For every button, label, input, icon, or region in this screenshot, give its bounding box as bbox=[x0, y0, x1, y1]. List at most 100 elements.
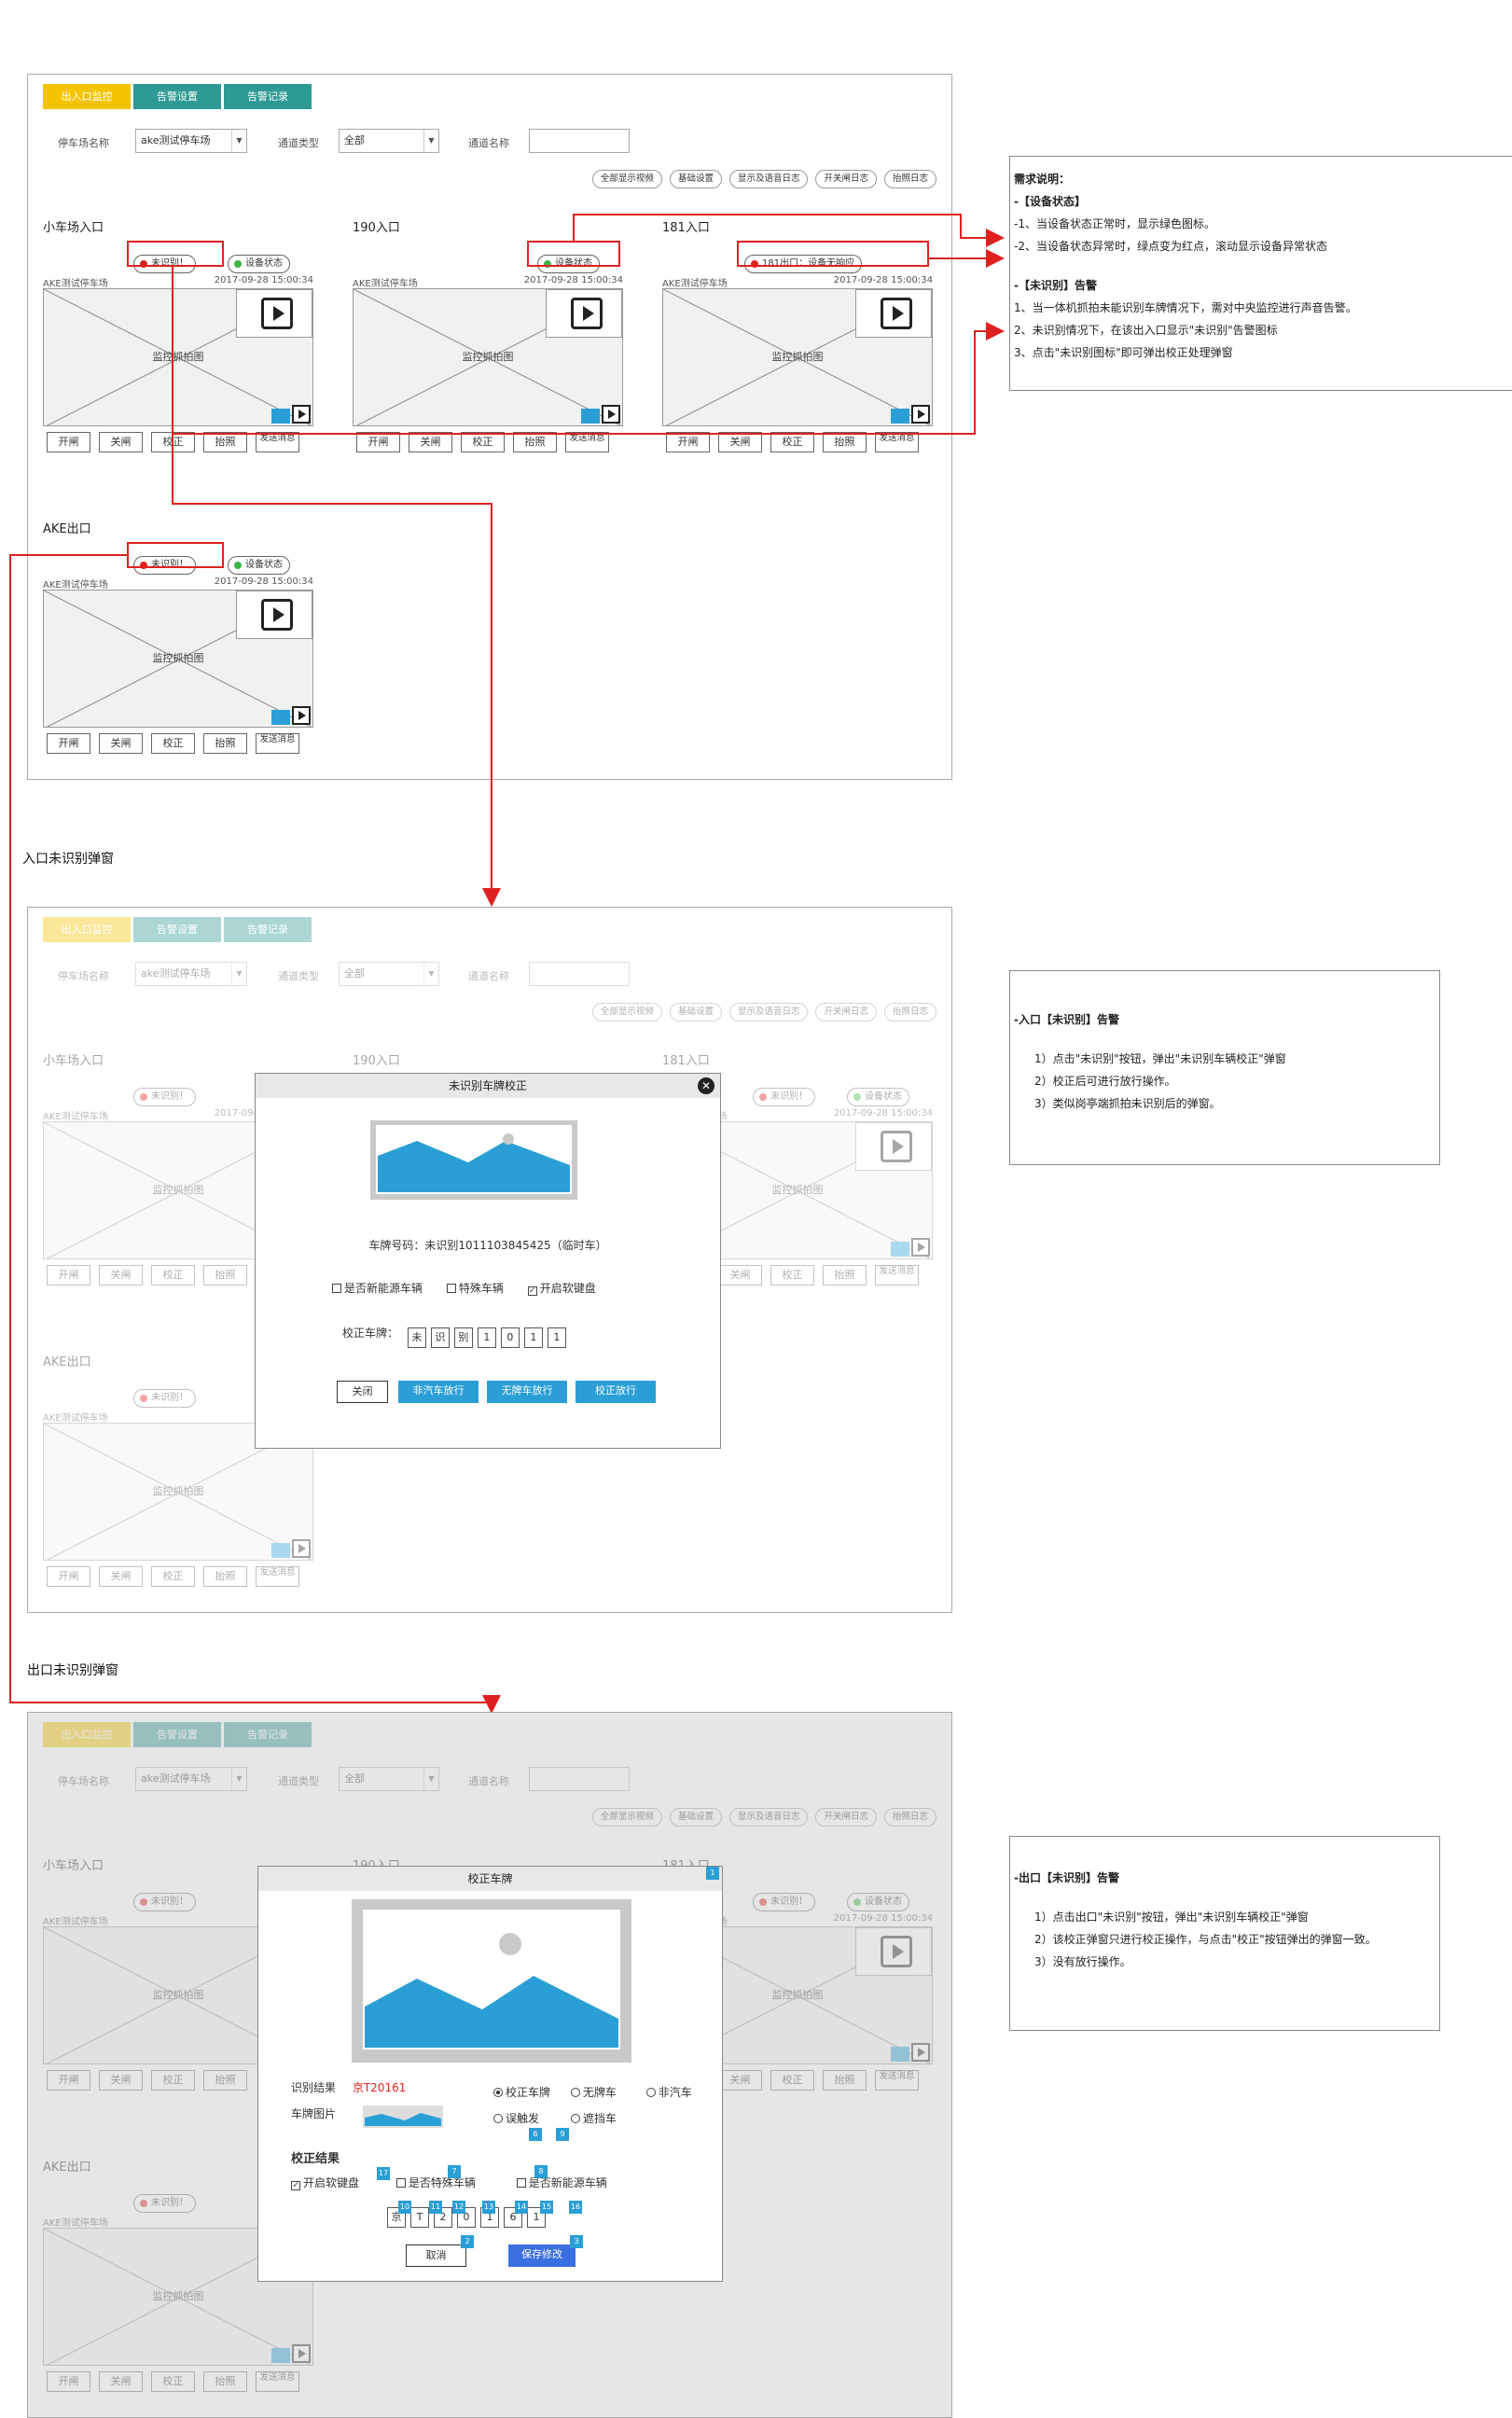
radio-non-auto[interactable]: 非汽车 bbox=[645, 2086, 692, 2099]
close-gate-button[interactable]: 关闸 bbox=[718, 432, 762, 452]
send-message-button[interactable]: 发送消息 bbox=[256, 733, 299, 754]
type-select[interactable]: 全部 ▼ bbox=[339, 129, 439, 153]
photo-button[interactable]: 抬照 bbox=[203, 733, 247, 754]
capture-image[interactable]: 监控抓拍图 bbox=[353, 288, 623, 426]
timestamp: 2017-09-28 15:00:34 bbox=[214, 275, 313, 285]
radio-no-plate[interactable]: 无牌车 bbox=[570, 2086, 617, 2099]
plate-char[interactable]: 1 bbox=[523, 1327, 543, 1348]
correct-button[interactable]: 校正 bbox=[461, 432, 505, 452]
close-icon[interactable]: ✕ bbox=[698, 1077, 714, 1094]
gate-log-button[interactable]: 开关闸日志 bbox=[815, 170, 877, 188]
plate-char[interactable]: 别 bbox=[453, 1327, 473, 1348]
photo-button[interactable]: 抬照 bbox=[513, 432, 557, 452]
annotation-marker: 12 bbox=[452, 2201, 465, 2214]
close-button[interactable]: 关闭 bbox=[337, 1381, 388, 1403]
plate-char[interactable]: 0 bbox=[500, 1327, 520, 1348]
note-line: -2、当设备状态异常时，绿点变为红点，滚动显示设备异常状态 bbox=[1014, 240, 1327, 253]
play-small-icon[interactable] bbox=[292, 706, 311, 725]
correct-button[interactable]: 校正 bbox=[151, 432, 195, 452]
correct-button[interactable]: 校正 bbox=[151, 733, 195, 754]
photo-button[interactable]: 抬照 bbox=[203, 432, 247, 452]
close-gate-button[interactable]: 关闸 bbox=[99, 432, 143, 452]
radio-correct[interactable]: 校正车牌 bbox=[493, 2086, 550, 2099]
note-title: 需求说明： bbox=[1014, 173, 1071, 186]
plate-correction-dialog: 未识别车牌校正 ✕ 车牌号码：未识别1011103845425（临时车） 是否新… bbox=[255, 1073, 721, 1449]
green-dot-icon bbox=[234, 562, 242, 569]
video-thumb[interactable] bbox=[546, 289, 622, 338]
close-gate-button[interactable]: 关闸 bbox=[99, 733, 143, 754]
lane-ops: 开闸 关闸 校正 抬照 发送消息 bbox=[47, 432, 299, 452]
note-line: 2）该校正弹窗只进行校正操作，与点击"校正"按钮弹出的弹窗一致。 bbox=[1034, 1933, 1377, 1946]
note-line: 3）类似岗亭端抓拍未识别后的弹窗。 bbox=[1034, 1097, 1221, 1110]
tab-alarm-settings[interactable]: 告警设置 bbox=[133, 84, 221, 109]
annotation-marker: 3 bbox=[570, 2235, 583, 2248]
new-energy-checkbox[interactable]: 是否新能源车辆 bbox=[332, 1282, 423, 1295]
plate-char[interactable]: 1 bbox=[547, 1327, 566, 1348]
image-icon[interactable] bbox=[271, 409, 290, 424]
annotation-marker: 16 bbox=[569, 2201, 582, 2214]
device-status-badge[interactable]: 设备状态 bbox=[228, 255, 290, 273]
image-icon[interactable] bbox=[271, 710, 290, 725]
tab-alarm-records[interactable]: 告警记录 bbox=[224, 84, 312, 109]
plate-char[interactable]: T bbox=[410, 2207, 429, 2228]
radio-blocked[interactable]: 遮挡车 bbox=[570, 2112, 617, 2125]
annotation-marker: 14 bbox=[515, 2201, 528, 2214]
device-status-badge[interactable]: 设备状态 bbox=[228, 556, 290, 575]
open-gate-button[interactable]: 开闸 bbox=[47, 432, 90, 452]
soft-keyboard-checkbox[interactable]: ✓ 开启软键盘 bbox=[527, 1282, 596, 1296]
plate-char[interactable]: 1 bbox=[477, 1327, 496, 1348]
chevron-down-icon: ▼ bbox=[231, 130, 246, 152]
video-thumb[interactable] bbox=[236, 289, 312, 338]
radio-label: 误触发 bbox=[506, 2112, 540, 2125]
voice-log-button[interactable]: 显示及语音日志 bbox=[728, 170, 809, 188]
capture-image[interactable]: 监控抓拍图 bbox=[43, 288, 313, 426]
basic-settings-button[interactable]: 基础设置 bbox=[669, 170, 722, 188]
lot-select[interactable]: ake测试停车场 ▼ bbox=[135, 129, 247, 153]
send-message-button[interactable]: 发送消息 bbox=[256, 432, 299, 452]
correct-button[interactable]: 校正 bbox=[770, 432, 814, 452]
note-line: 2、未识别情况下，在该出入口显示"未识别"告警图标 bbox=[1014, 324, 1278, 337]
send-message-button[interactable]: 发送消息 bbox=[565, 432, 609, 452]
no-plate-release-button[interactable]: 无牌车放行 bbox=[487, 1381, 567, 1403]
photo-button[interactable]: 抬照 bbox=[823, 432, 867, 452]
radio-label: 非汽车 bbox=[658, 2086, 692, 2099]
cancel-button[interactable]: 取消 bbox=[406, 2244, 466, 2267]
open-gate-button[interactable]: 开闸 bbox=[47, 733, 90, 754]
highlight-status-2 bbox=[527, 241, 620, 267]
photo-log-button[interactable]: 抬照日志 bbox=[883, 170, 936, 188]
play-small-icon[interactable] bbox=[911, 405, 930, 424]
non-auto-release-button[interactable]: 非汽车放行 bbox=[398, 1381, 479, 1403]
plate-char[interactable]: 识 bbox=[430, 1327, 450, 1348]
correct-release-button[interactable]: 校正放行 bbox=[576, 1381, 656, 1403]
tab-monitor[interactable]: 出入口监控 bbox=[43, 84, 131, 109]
lot-label: 停车场名称 bbox=[58, 137, 109, 149]
video-thumb[interactable] bbox=[855, 289, 932, 338]
plate-char[interactable]: 未 bbox=[407, 1327, 426, 1348]
radio-false-trigger[interactable]: 误触发 bbox=[493, 2112, 539, 2125]
show-all-video-button[interactable]: 全部显示视频 bbox=[591, 170, 662, 188]
image-icon[interactable] bbox=[581, 409, 600, 424]
capture-image[interactable]: 监控抓拍图 bbox=[662, 288, 933, 426]
play-small-icon[interactable] bbox=[292, 405, 311, 424]
lane-ops: 开闸 关闸 校正 抬照 发送消息 bbox=[356, 432, 609, 452]
special-vehicle-checkbox[interactable]: 特殊车辆 bbox=[446, 1282, 504, 1295]
soft-keyboard-checkbox[interactable]: ✓ 开启软键盘 bbox=[291, 2176, 359, 2190]
capture-image[interactable]: 监控抓拍图 bbox=[43, 590, 313, 728]
special-vehicle-checkbox[interactable]: 是否特殊车辆 bbox=[395, 2176, 476, 2189]
open-gate-button[interactable]: 开闸 bbox=[666, 432, 710, 452]
channel-label: 通道名称 bbox=[468, 137, 509, 149]
video-thumb[interactable] bbox=[236, 591, 312, 639]
send-message-button[interactable]: 发送消息 bbox=[875, 432, 919, 452]
dialog-title: 校正车牌 bbox=[258, 1867, 722, 1891]
image-icon[interactable] bbox=[891, 409, 909, 424]
save-button[interactable]: 保存修改 bbox=[508, 2244, 576, 2267]
plate-image-label: 车牌图片 bbox=[291, 2107, 337, 2120]
play-icon bbox=[261, 599, 293, 631]
channel-input[interactable] bbox=[529, 129, 630, 153]
close-gate-button[interactable]: 关闸 bbox=[409, 432, 452, 452]
new-energy-checkbox[interactable]: 是否新能源车辆 bbox=[516, 2176, 607, 2189]
open-gate-button[interactable]: 开闸 bbox=[356, 432, 400, 452]
highlight-unrec-1 bbox=[127, 241, 224, 267]
play-small-icon[interactable] bbox=[602, 405, 620, 424]
note-line: 1）点击出口"未识别"按钮，弹出"未识别车辆校正"弹窗 bbox=[1034, 1911, 1309, 1924]
